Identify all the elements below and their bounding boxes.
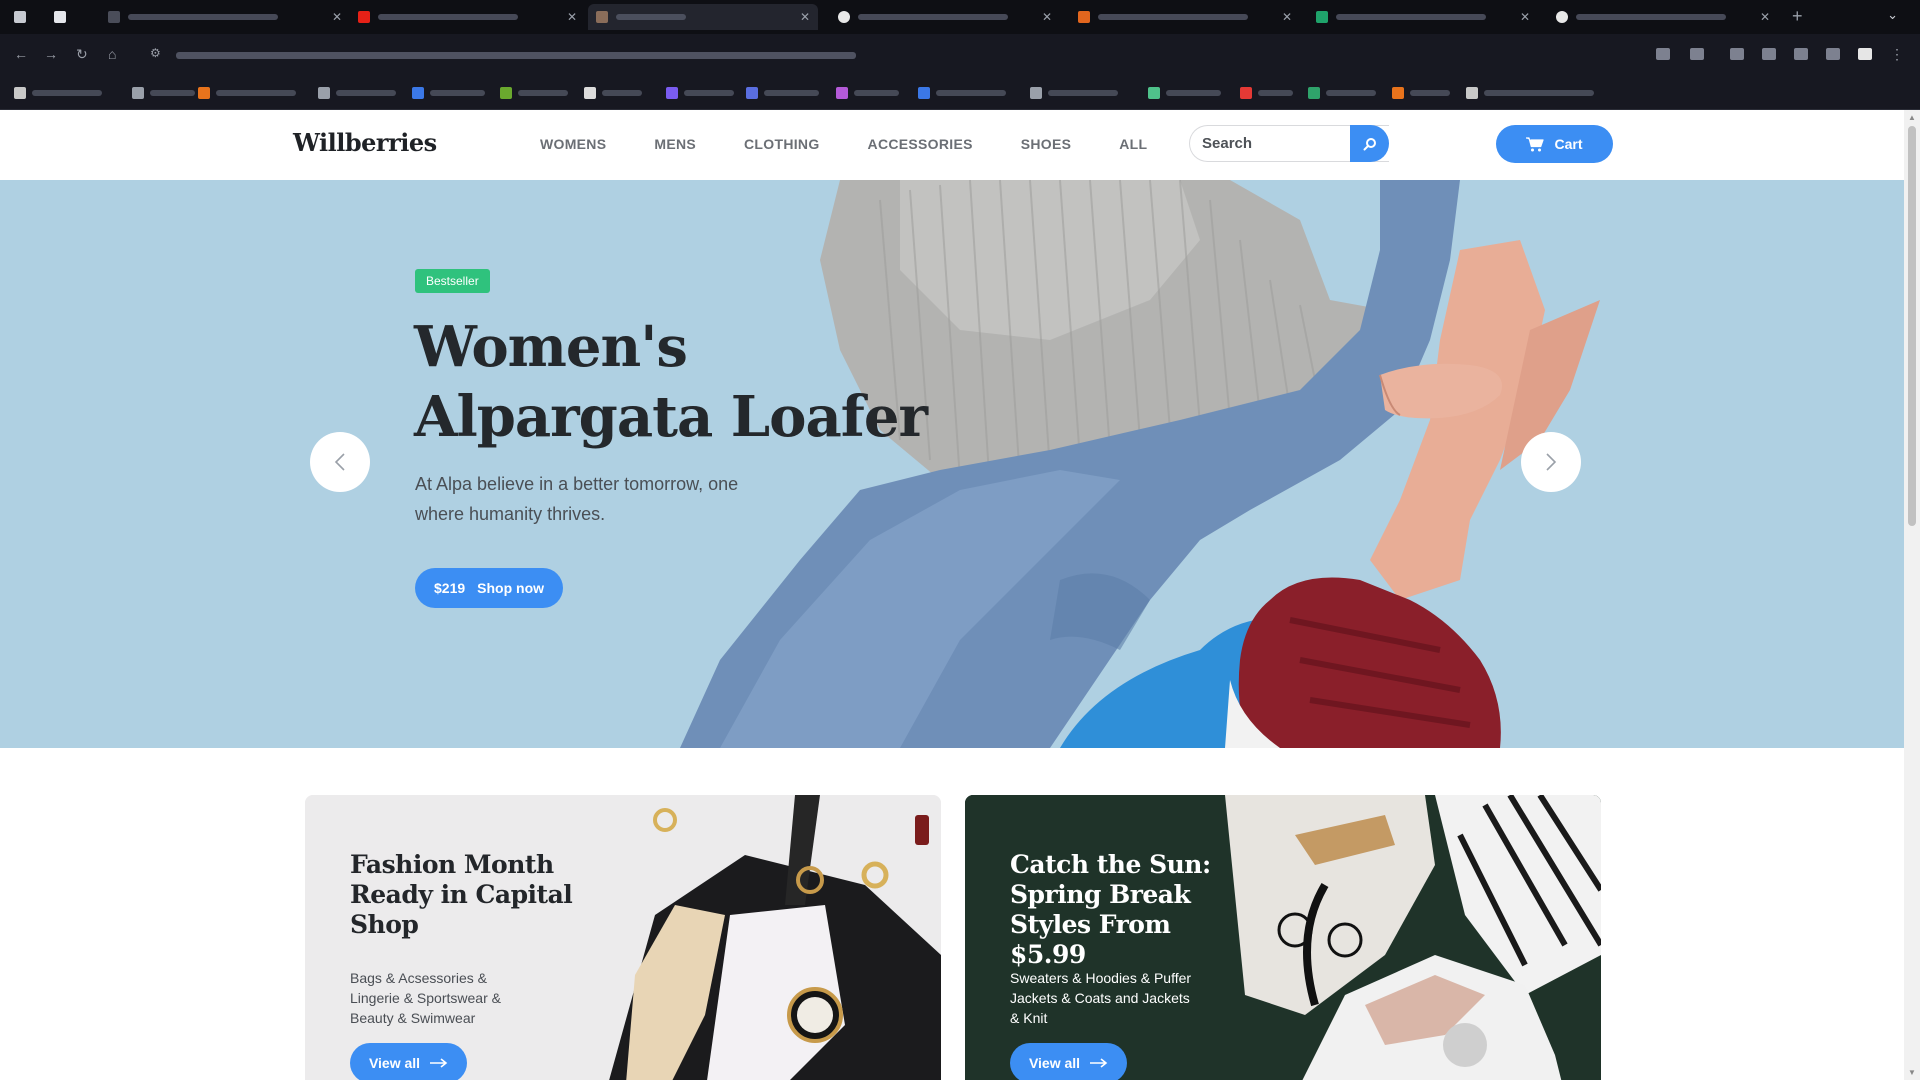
bookmark-item[interactable] — [1466, 87, 1594, 99]
reload-icon[interactable]: ↻ — [76, 46, 88, 63]
bookmark-item[interactable] — [918, 87, 1006, 99]
view-all-label: View all — [1028, 1055, 1081, 1071]
browser-address-bar: ← → ↻ ⌂ ⚙ ⋮ — [0, 34, 1920, 76]
promo-description: Bags & Acsessories & Lingerie & Sportswe… — [350, 970, 501, 1026]
scrollbar-thumb[interactable] — [1908, 126, 1916, 526]
nav-link-womens[interactable]: WOMENS — [540, 136, 606, 152]
site-header: Willberries WOMENS MENS CLOTHING ACCESSO… — [0, 110, 1904, 180]
bookmark-item[interactable] — [584, 87, 642, 99]
bookmark-item[interactable] — [318, 87, 396, 99]
bookmarks-bar — [0, 76, 1920, 110]
close-icon[interactable]: ✕ — [1760, 10, 1770, 24]
bookmark-item[interactable] — [1148, 87, 1221, 99]
bookmark-item[interactable] — [412, 87, 485, 99]
profile-icon[interactable] — [1858, 48, 1872, 60]
page-scrollbar[interactable]: ▲ ▼ — [1904, 110, 1920, 1080]
bestseller-badge: Bestseller — [415, 269, 490, 293]
bookmark-item[interactable] — [1240, 87, 1293, 99]
shop-now-button[interactable]: $219 Shop now — [415, 568, 564, 608]
chevron-left-icon — [334, 453, 345, 471]
view-all-button[interactable]: View all — [1010, 1043, 1127, 1080]
hero-title: Women's Alpargata Loafer — [414, 314, 928, 450]
close-icon[interactable]: ✕ — [332, 10, 342, 24]
hero-image — [680, 180, 1600, 748]
forward-icon[interactable]: → — [44, 46, 58, 62]
browser-tab[interactable]: ✕ — [100, 4, 350, 30]
url-field[interactable] — [176, 45, 1676, 65]
bookmark-item[interactable] — [14, 87, 102, 99]
cart-icon — [1526, 136, 1545, 151]
promo-title: Catch the Sun: Spring Break Styles From … — [1010, 850, 1211, 969]
browser-tab[interactable] — [6, 4, 46, 30]
view-all-label: View all — [368, 1055, 421, 1071]
extension-icon[interactable] — [1794, 48, 1808, 60]
close-icon[interactable]: ✕ — [1282, 10, 1292, 24]
hero-price: $219 — [434, 580, 466, 596]
bookmark-item[interactable] — [1030, 87, 1118, 99]
bookmark-item[interactable] — [836, 87, 899, 99]
bookmark-item[interactable] — [198, 87, 296, 99]
browser-tab[interactable]: ✕ — [830, 4, 1060, 30]
site-logo[interactable]: Willberries — [293, 128, 437, 157]
arrow-right-icon — [430, 1058, 448, 1068]
browser-tab-active[interactable]: ✕ — [588, 4, 818, 30]
nav-link-clothing[interactable]: CLOTHING — [744, 136, 820, 152]
browser-tab[interactable]: ✕ — [1308, 4, 1538, 30]
arrow-right-icon — [1090, 1058, 1108, 1068]
bookmark-item[interactable] — [666, 87, 734, 99]
search-input[interactable] — [1202, 135, 1372, 152]
browser-tab[interactable]: ✕ — [1070, 4, 1300, 30]
main-nav: WOMENS MENS CLOTHING ACCESSORIES SHOES A… — [540, 136, 1195, 152]
chevron-down-icon[interactable]: ⌄ — [1887, 7, 1898, 23]
browser-tab[interactable]: ✕ — [350, 4, 585, 30]
promo-title: Fashion Month Ready in Capital Shop — [350, 850, 573, 939]
browser-tab-bar: ✕ ✕ ✕ ✕ ✕ ✕ ✕ + ⌄ — [0, 0, 1920, 34]
nav-link-accessories[interactable]: ACCESSORIES — [868, 136, 973, 152]
close-icon[interactable]: ✕ — [567, 10, 577, 24]
chevron-right-icon — [1546, 453, 1557, 471]
cart-button[interactable]: Cart — [1496, 125, 1613, 163]
nav-link-mens[interactable]: MENS — [654, 136, 696, 152]
browser-tab[interactable]: ✕ — [1548, 4, 1778, 30]
slider-prev-button[interactable] — [310, 432, 370, 492]
back-icon[interactable]: ← — [14, 46, 28, 62]
site-info-icon[interactable]: ⚙ — [150, 46, 161, 60]
search-icon — [1363, 137, 1376, 150]
bookmark-star-icon[interactable] — [1690, 48, 1704, 60]
cart-label: Cart — [1554, 136, 1583, 152]
scroll-up-icon[interactable]: ▲ — [1908, 113, 1916, 122]
promo-description: Sweaters & Hoodies & Puffer Jackets & Co… — [1010, 970, 1192, 1026]
extension-icon[interactable] — [1730, 48, 1744, 60]
close-icon[interactable]: ✕ — [800, 10, 810, 24]
close-icon[interactable]: ✕ — [1042, 10, 1052, 24]
view-all-button[interactable]: View all — [350, 1043, 467, 1080]
nav-link-all[interactable]: ALL — [1119, 136, 1147, 152]
kebab-menu-icon[interactable]: ⋮ — [1890, 46, 1904, 63]
extension-icon[interactable] — [1762, 48, 1776, 60]
page-viewport: Willberries WOMENS MENS CLOTHING ACCESSO… — [0, 110, 1904, 1080]
extension-icon[interactable] — [1826, 48, 1840, 60]
promo-card-fashion-month: Fashion Month Ready in Capital Shop Bags… — [305, 795, 941, 1080]
shop-now-label: Shop now — [477, 580, 545, 596]
bookmark-item[interactable] — [746, 87, 819, 99]
bookmark-item[interactable] — [1308, 87, 1376, 99]
close-icon[interactable]: ✕ — [1520, 10, 1530, 24]
browser-tab[interactable] — [46, 4, 86, 30]
scroll-down-icon[interactable]: ▼ — [1908, 1068, 1916, 1077]
nav-link-shoes[interactable]: SHOES — [1021, 136, 1072, 152]
bookmark-item[interactable] — [1392, 87, 1450, 99]
plus-icon[interactable]: + — [1792, 6, 1803, 27]
home-icon[interactable]: ⌂ — [108, 46, 116, 62]
hero-slider: Bestseller Women's Alpargata Loafer At A… — [0, 180, 1904, 748]
share-icon[interactable] — [1656, 48, 1670, 60]
promo-card-catch-the-sun: Catch the Sun: Spring Break Styles From … — [965, 795, 1601, 1080]
hero-description: At Alpa believe in a better tomorrow, on… — [415, 474, 739, 524]
bookmark-item[interactable] — [132, 87, 195, 99]
bookmark-item[interactable] — [500, 87, 568, 99]
slider-next-button[interactable] — [1521, 432, 1581, 492]
search-button[interactable] — [1350, 125, 1389, 162]
